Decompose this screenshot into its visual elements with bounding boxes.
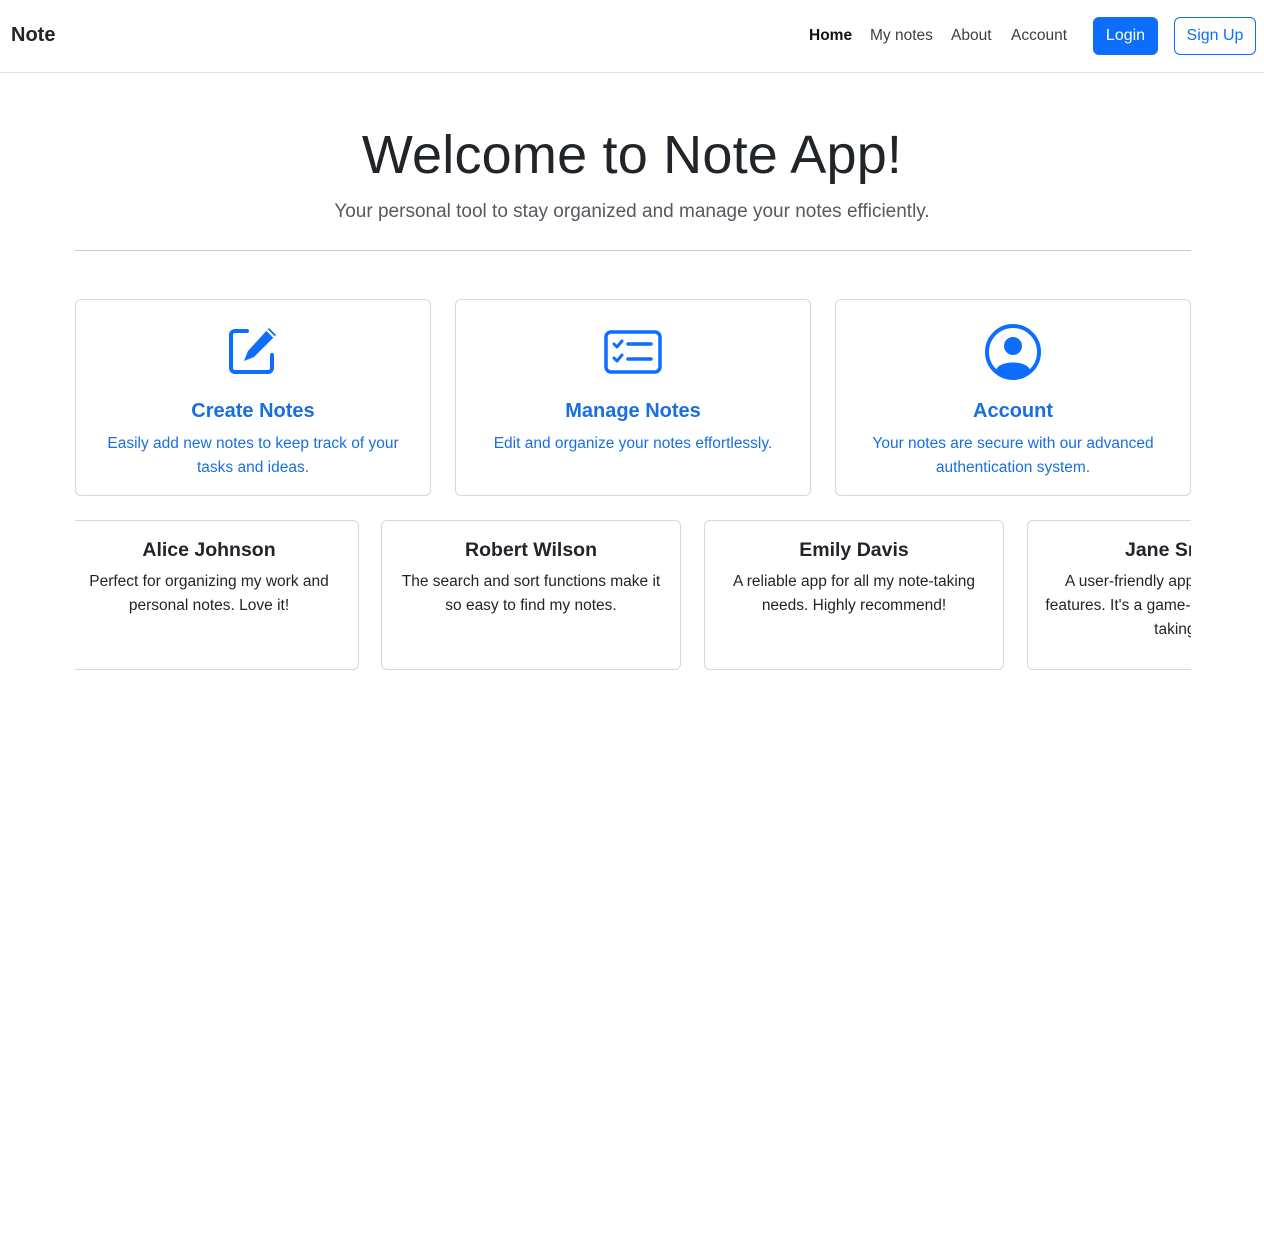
feature-title: Account [973,400,1053,422]
testimonial-text: A user-friendly app with amazing feature… [1045,573,1191,638]
checklist-card-icon [456,322,810,382]
nav-link-about[interactable]: About [951,27,992,45]
feature-card-manage-notes[interactable]: Manage Notes Edit and organize your note… [455,299,811,496]
testimonial-text: A reliable app for all my note-taking ne… [732,573,976,614]
signup-button[interactable]: Sign Up [1174,17,1256,55]
testimonial-card: Jane Smith A user-friendly app with amaz… [1027,520,1191,670]
testimonial-name: Alice Johnson [142,539,276,561]
testimonial-text: Perfect for organizing my work and perso… [89,573,329,614]
testimonial-name: Robert Wilson [465,539,597,561]
feature-card-account[interactable]: Account Your notes are secure with our a… [835,299,1191,496]
login-button[interactable]: Login [1093,17,1158,55]
testimonial-name: Emily Davis [799,539,909,561]
page-subtitle: Your personal tool to stay organized and… [334,201,930,222]
testimonial-card: Alice Johnson Perfect for organizing my … [75,520,359,670]
feature-title: Create Notes [191,400,315,422]
testimonial-text: The search and sort functions make it so… [401,573,661,614]
brand-logo[interactable]: Note [11,24,55,47]
pencil-square-icon [76,322,430,382]
page-title: Welcome to Note App! [361,125,903,185]
testimonials-carousel[interactable]: Alice Johnson Perfect for organizing my … [75,520,1191,671]
feature-title: Manage Notes [565,400,701,422]
testimonial-card: Emily Davis A reliable app for all my no… [704,520,1004,670]
divider [75,250,1191,251]
nav-link-account[interactable]: Account [1011,27,1067,45]
feature-description: Your notes are secure with our advanced … [872,435,1154,476]
testimonial-name: Jane Smith [1124,539,1191,561]
user-circle-icon [836,322,1190,382]
feature-card-create-notes[interactable]: Create Notes Easily add new notes to kee… [75,299,431,496]
feature-description: Edit and organize your notes effortlessl… [493,435,773,452]
navbar: Note Home My notes About Account Login S… [0,0,1264,73]
feature-description: Easily add new notes to keep track of yo… [107,435,399,476]
nav-link-my-notes[interactable]: My notes [870,27,933,45]
testimonial-card: Robert Wilson The search and sort functi… [381,520,681,670]
nav-link-home[interactable]: Home [809,27,852,45]
